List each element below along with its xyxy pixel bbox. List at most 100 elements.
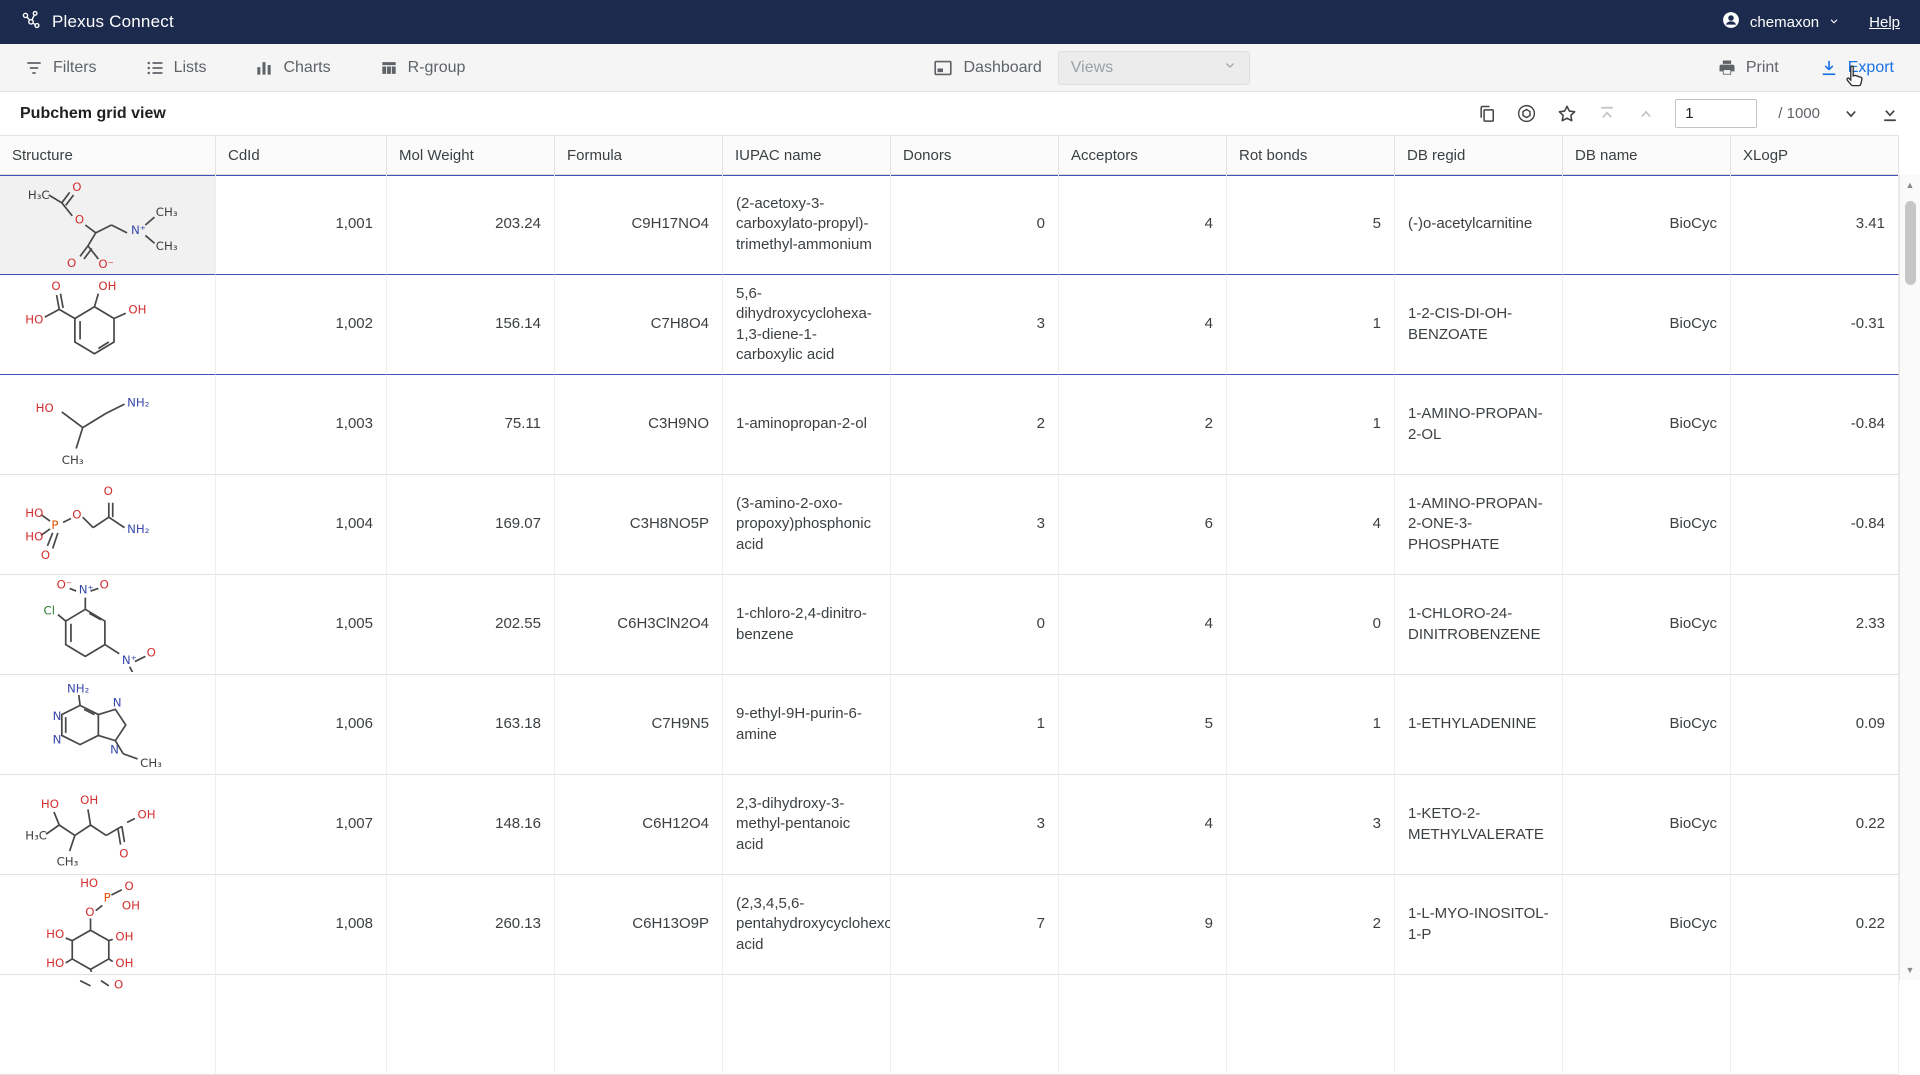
cell-cdid[interactable]: 1,007 [216,775,387,875]
table-row[interactable]: HO NH₂ CH₃ 1,003 75.11 C3H9NO 1-aminopro… [0,375,1899,475]
cell-formula[interactable]: C7H9N5 [555,675,723,775]
col-iupac[interactable]: IUPAC name [723,135,891,175]
table-row[interactable]: O [0,975,1899,1075]
cell-cdid[interactable]: 1,001 [216,175,387,275]
cell-xlogp[interactable]: 0.09 [1731,675,1899,775]
cell-mol-weight[interactable]: 203.24 [387,175,555,275]
print-button[interactable]: Print [1717,58,1779,78]
col-acceptors[interactable]: Acceptors [1059,135,1227,175]
cell-donors[interactable]: 3 [891,775,1059,875]
next-record-icon[interactable] [1841,104,1861,124]
cell-acceptors[interactable]: 9 [1059,875,1227,975]
cell-db-regid[interactable] [1395,975,1563,1075]
structure-cell[interactable]: OHO OHOH [0,275,216,375]
cell-xlogp[interactable]: 2.33 [1731,575,1899,675]
cell-formula[interactable]: C3H8NO5P [555,475,723,575]
cell-db-name[interactable]: BioCyc [1563,375,1731,475]
cell-rot-bonds[interactable]: 2 [1227,875,1395,975]
col-db-name[interactable]: DB name [1563,135,1731,175]
cell-acceptors[interactable]: 4 [1059,575,1227,675]
col-cdid[interactable]: CdId [216,135,387,175]
col-db-regid[interactable]: DB regid [1395,135,1563,175]
user-menu-caret-icon[interactable] [1828,14,1840,31]
structure-cell[interactable]: Cl N⁺O⁻O N⁺OO⁻ [0,575,216,675]
cell-iupac[interactable]: (3-amino-2-oxo-propoxy)phosphonic acid [723,475,891,575]
cell-donors[interactable]: 1 [891,675,1059,775]
cell-db-regid[interactable]: 1-AMINO-PROPAN-2-OL [1395,375,1563,475]
cell-formula[interactable]: C6H13O9P [555,875,723,975]
table-row[interactable]: OP OHOOH OHOH OHHOHO 1,008 260.13 C6H13O… [0,875,1899,975]
cell-cdid[interactable]: 1,008 [216,875,387,975]
cell-acceptors[interactable]: 2 [1059,375,1227,475]
cell-mol-weight[interactable]: 75.11 [387,375,555,475]
cell-mol-weight[interactable]: 156.14 [387,275,555,375]
cell-cdid[interactable]: 1,004 [216,475,387,575]
cell-rot-bonds[interactable]: 4 [1227,475,1395,575]
cell-iupac[interactable]: 9-ethyl-9H-purin-6-amine [723,675,891,775]
cell-donors[interactable]: 3 [891,275,1059,375]
cell-donors[interactable]: 2 [891,375,1059,475]
scrollbar-up-arrow-icon[interactable]: ▲ [1900,180,1920,190]
vertical-scrollbar[interactable]: ▲ ▼ [1899,175,1920,980]
cell-db-regid[interactable]: 1-CHLORO-24-DINITROBENZENE [1395,575,1563,675]
col-structure[interactable]: Structure [0,135,216,175]
cell-xlogp[interactable]: 0.22 [1731,875,1899,975]
cell-cdid[interactable] [216,975,387,1075]
favorite-star-icon[interactable] [1556,103,1578,125]
structure-cell[interactable]: HOHO PO OO NH₂ [0,475,216,575]
rgroup-button[interactable]: R-group [379,58,466,78]
record-number-input[interactable] [1675,99,1757,128]
table-row[interactable]: NH₂ NN NN CH₃ 1,006 163.18 C7H9N5 9-ethy… [0,675,1899,775]
export-button[interactable]: Export [1819,58,1894,78]
cell-xlogp[interactable]: -0.84 [1731,375,1899,475]
cell-formula[interactable]: C6H12O4 [555,775,723,875]
cell-xlogp[interactable]: -0.31 [1731,275,1899,375]
cell-formula[interactable] [555,975,723,1075]
jump-to-first-icon[interactable] [1597,104,1617,124]
cell-formula[interactable]: C6H3ClN2O4 [555,575,723,675]
scrollbar-down-arrow-icon[interactable]: ▼ [1900,965,1920,975]
cell-mol-weight[interactable]: 163.18 [387,675,555,775]
cell-db-regid[interactable]: 1-ETHYLADENINE [1395,675,1563,775]
cell-formula[interactable]: C7H8O4 [555,275,723,375]
cell-mol-weight[interactable]: 260.13 [387,875,555,975]
cell-formula[interactable]: C3H9NO [555,375,723,475]
cell-rot-bonds[interactable] [1227,975,1395,1075]
cell-mol-weight[interactable]: 148.16 [387,775,555,875]
structure-cell[interactable]: OP OHOOH OHOH OHHOHO [0,875,216,975]
cell-db-regid[interactable]: 1-L-MYO-INOSITOL-1-P [1395,875,1563,975]
cell-donors[interactable] [891,975,1059,1075]
cell-acceptors[interactable] [1059,975,1227,1075]
cell-iupac[interactable]: (2-acetoxy-3-carboxylato-propyl)-trimeth… [723,175,891,275]
help-link[interactable]: Help [1869,14,1900,31]
cell-db-name[interactable]: BioCyc [1563,175,1731,275]
cell-cdid[interactable]: 1,005 [216,575,387,675]
cell-db-name[interactable]: BioCyc [1563,775,1731,875]
cell-acceptors[interactable]: 4 [1059,175,1227,275]
cell-cdid[interactable]: 1,006 [216,675,387,775]
table-row[interactable]: OHO OHOH 1,002 156.14 C7H8O4 5,6-dihydro… [0,275,1899,375]
cell-rot-bonds[interactable]: 3 [1227,775,1395,875]
cell-xlogp[interactable]: 0.22 [1731,775,1899,875]
col-rot-bonds[interactable]: Rot bonds [1227,135,1395,175]
previous-record-icon[interactable] [1636,104,1656,124]
cell-iupac[interactable]: 2,3-dihydroxy-3-methyl-pentanoic acid [723,775,891,875]
cell-mol-weight[interactable]: 202.55 [387,575,555,675]
cell-cdid[interactable]: 1,003 [216,375,387,475]
cell-db-regid[interactable]: 1-2-CIS-DI-OH-BENZOATE [1395,275,1563,375]
user-menu[interactable]: chemaxon [1750,14,1819,31]
cell-rot-bonds[interactable]: 1 [1227,675,1395,775]
cell-cdid[interactable]: 1,002 [216,275,387,375]
col-donors[interactable]: Donors [891,135,1059,175]
table-row[interactable]: H₃CO ON⁺ CH₃CH₃ OO⁻ 1,001 203.24 C9H17NO… [0,175,1899,275]
cell-db-name[interactable]: BioCyc [1563,475,1731,575]
structure-cell[interactable]: NH₂ NN NN CH₃ [0,675,216,775]
cell-iupac[interactable] [723,975,891,1075]
structure-display-icon[interactable] [1516,103,1537,124]
cell-xlogp[interactable] [1731,975,1899,1075]
col-formula[interactable]: Formula [555,135,723,175]
copy-icon[interactable] [1477,104,1497,124]
col-mol-weight[interactable]: Mol Weight [387,135,555,175]
cell-db-regid[interactable]: 1-AMINO-PROPAN-2-ONE-3-PHOSPHATE [1395,475,1563,575]
cell-rot-bonds[interactable]: 0 [1227,575,1395,675]
